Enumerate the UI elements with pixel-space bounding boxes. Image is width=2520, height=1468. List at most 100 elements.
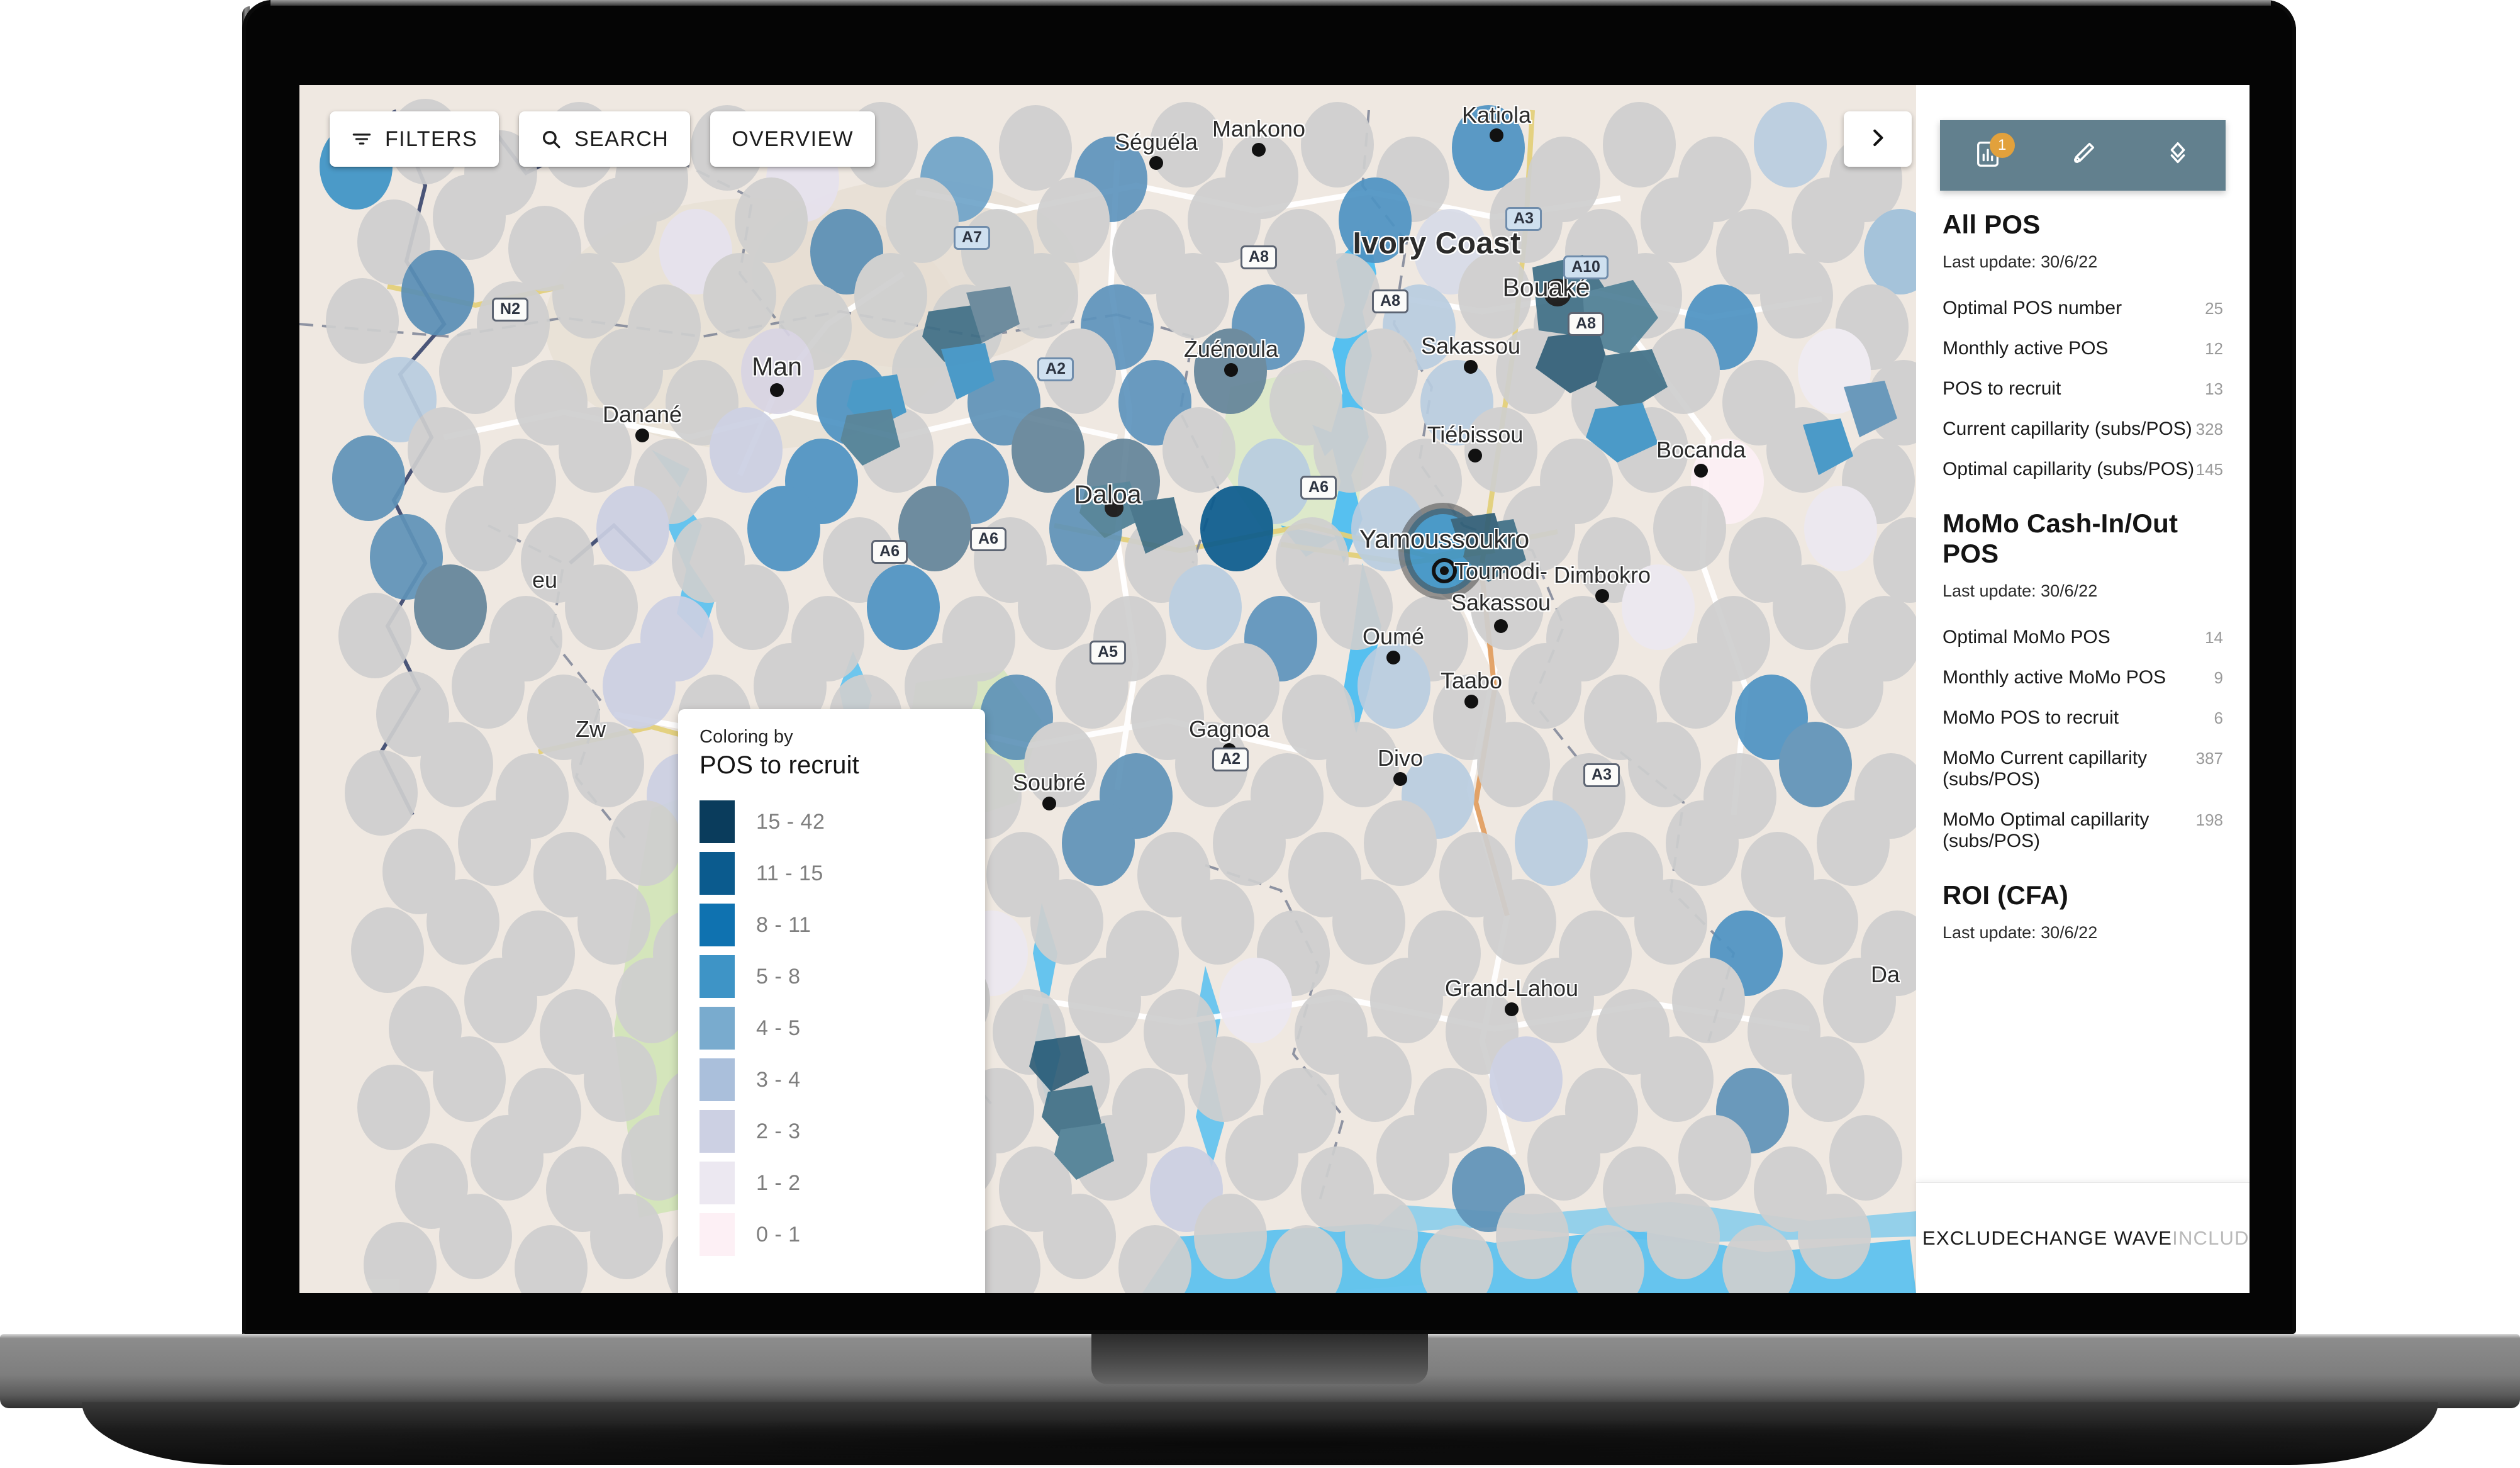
laptop-shadow [176, 1419, 2346, 1468]
road-shield: A6 [970, 527, 1006, 551]
legend-swatch [700, 1110, 735, 1153]
change-wave-button[interactable]: CHANGE WAVE [2020, 1227, 2172, 1250]
road-shield: A2 [1212, 748, 1249, 771]
legend-range-label: 1 - 2 [756, 1170, 801, 1195]
legend-range-label: 15 - 42 [756, 809, 825, 834]
overview-button[interactable]: OVERVIEW [710, 111, 876, 167]
panel-section: All POS Last update: 30/6/22 Optimal POS n… [1943, 191, 2223, 490]
road-shield: A3 [1583, 763, 1620, 787]
legend-swatch [700, 955, 735, 998]
metric-row: POS to recruit 13 [1943, 369, 2223, 409]
laptop-base-notch [1091, 1334, 1428, 1384]
metric-label: MoMo POS to recruit [1943, 707, 2119, 728]
include-button[interactable]: INCLUDE [2172, 1227, 2250, 1250]
road-shield: A6 [871, 540, 908, 564]
legend-range-label: 0 - 1 [756, 1222, 801, 1247]
metric-list: Optimal POS number 25 Monthly active POS 12… [1943, 288, 2223, 490]
metric-value: 13 [2205, 379, 2223, 398]
legend-row[interactable]: 4 - 5 [700, 1002, 964, 1054]
legend-swatch [700, 904, 735, 946]
road-shield: A8 [1240, 245, 1277, 269]
road-shield: A2 [1037, 357, 1074, 381]
metric-value: 6 [2214, 709, 2223, 727]
tab-reports[interactable]: 1 [1940, 120, 2035, 191]
metric-label: POS to recruit [1943, 378, 2061, 399]
search-icon [540, 128, 562, 150]
metric-row: Optimal MoMo POS 14 [1943, 617, 2223, 658]
metric-row: MoMo Optimal capillarity (subs/POS) 198 [1943, 800, 2223, 861]
legend-row[interactable]: 2 - 3 [700, 1106, 964, 1157]
chevron-right-icon [1866, 126, 1890, 153]
legend-entries: 15 - 42 11 - 15 8 - 11 5 - 8 4 - 5 3 - 4 2 - 3… [700, 796, 964, 1260]
metric-value: 387 [2195, 749, 2223, 768]
legend-range-label: 2 - 3 [756, 1119, 801, 1143]
exclude-button[interactable]: EXCLUDE [1922, 1227, 2020, 1250]
metric-label: Optimal MoMo POS [1943, 627, 2110, 647]
pen-icon [2068, 140, 2097, 172]
tab-draw[interactable] [2035, 120, 2130, 191]
laptop-lid-top-edge [270, 0, 2271, 6]
search-label: SEARCH [574, 126, 669, 151]
legend-row[interactable]: 8 - 11 [700, 899, 964, 951]
road-shield: A10 [1563, 255, 1608, 279]
next-panel-button[interactable] [1844, 111, 1912, 167]
metric-value: 12 [2205, 339, 2223, 358]
legend-row[interactable]: 11 - 15 [700, 848, 964, 899]
metric-value: 14 [2205, 628, 2223, 647]
tab-layers[interactable] [2131, 120, 2226, 191]
road-shield: A3 [1505, 207, 1542, 231]
road-shield: A5 [1090, 641, 1126, 664]
road-shield: N2 [492, 298, 528, 322]
road-shield: A8 [1568, 312, 1604, 336]
map-graphics [299, 85, 1916, 1293]
legend-range-label: 5 - 8 [756, 964, 801, 989]
legend-swatch [700, 1058, 735, 1101]
metric-row: Monthly active MoMo POS 9 [1943, 658, 2223, 698]
metric-row: Optimal capillarity (subs/POS) 145 [1943, 449, 2223, 490]
map-canvas[interactable]: Katiola Mankono Séguéla Bouaké Sakassou Zuéno… [299, 85, 1916, 1293]
metric-row: Current capillarity (subs/POS) 328 [1943, 409, 2223, 449]
metric-value: 328 [2195, 420, 2223, 439]
legend-swatch [700, 1213, 735, 1256]
metric-value: 145 [2195, 460, 2223, 479]
collapse-legend-button[interactable]: Collapse legend [678, 1282, 985, 1293]
panel-footer: EXCLUDE CHANGE WAVE INCLUDE [1916, 1182, 2250, 1293]
metric-label: Optimal capillarity (subs/POS) [1943, 459, 2195, 479]
legend-coloring-by-label: Coloring by [700, 727, 793, 747]
metric-label: Optimal POS number [1943, 298, 2122, 318]
metric-list: Optimal MoMo POS 14 Monthly active MoMo PO… [1943, 617, 2223, 861]
metric-label: Current capillarity (subs/POS) [1943, 418, 2192, 439]
panel-sections: All POS Last update: 30/6/22 Optimal POS n… [1943, 191, 2223, 943]
panel-section-last-update: Last update: 30/6/22 [1943, 581, 2098, 600]
legend-swatch [700, 1007, 735, 1050]
legend-range-label: 3 - 4 [756, 1067, 801, 1092]
legend-row[interactable]: 5 - 8 [700, 951, 964, 1002]
laptop-mockup: Katiola Mankono Séguéla Bouaké Sakassou Zuéno… [0, 0, 2520, 1468]
panel-section: MoMo Cash-In/Out POS Last update: 30/6/22… [1943, 490, 2223, 861]
right-panel: 1 All POS Last update: 30/6/22 Optimal P… [1916, 85, 2250, 1293]
search-button[interactable]: SEARCH [519, 111, 691, 167]
road-shield: A7 [954, 226, 990, 250]
legend-row[interactable]: 3 - 4 [700, 1054, 964, 1106]
legend-row[interactable]: 15 - 42 [700, 796, 964, 848]
panel-section-title: ROI (CFA) [1943, 880, 2069, 910]
legend-swatch [700, 800, 735, 843]
metric-value: 198 [2195, 810, 2223, 829]
metric-label: MoMo Optimal capillarity (subs/POS) [1943, 809, 2149, 851]
panel-tab-bar: 1 [1940, 120, 2226, 191]
legend-range-label: 8 - 11 [756, 912, 811, 937]
filters-label: FILTERS [385, 126, 478, 151]
app-screen: Katiola Mankono Séguéla Bouaké Sakassou Zuéno… [299, 85, 2250, 1293]
filters-button[interactable]: FILTERS [330, 111, 499, 167]
legend-range-label: 4 - 5 [756, 1016, 801, 1040]
legend-row[interactable]: 1 - 2 [700, 1157, 964, 1209]
metric-row: MoMo POS to recruit 6 [1943, 698, 2223, 738]
metric-label: MoMo Current capillarity (subs/POS) [1943, 748, 2148, 790]
legend-metric-name: POS to recruit [700, 751, 859, 779]
panel-content[interactable]: All POS Last update: 30/6/22 Optimal POS n… [1916, 191, 2250, 1182]
overview-label: OVERVIEW [732, 126, 854, 151]
map-legend[interactable]: Coloring by POS to recruit 15 - 42 11 - 1… [678, 709, 985, 1293]
legend-row[interactable]: 0 - 1 [700, 1209, 964, 1260]
panel-section-title: All POS [1943, 210, 2041, 239]
tab-reports-badge: 1 [1989, 133, 2015, 158]
